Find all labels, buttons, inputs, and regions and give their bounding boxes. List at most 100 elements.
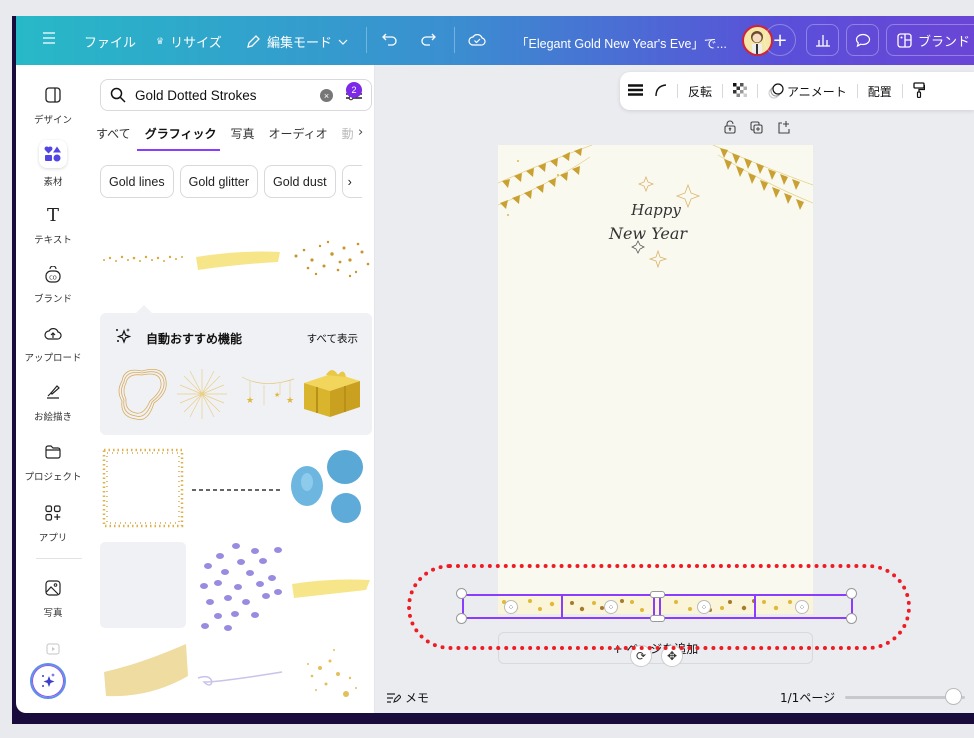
draw-icon [42,381,64,403]
transparency-button[interactable] [733,82,748,100]
tab-all[interactable]: すべて [96,125,131,142]
chip-gold-glitter[interactable]: Gold glitter [179,165,259,198]
item-drag-handle[interactable]: ⁘ [795,600,809,614]
rail-label: アップロード [24,353,82,364]
corner-style-button[interactable] [655,83,667,99]
insights-button[interactable] [806,24,839,56]
rail-item-elements[interactable]: 素材 [16,140,90,188]
result-yellow-brush-stroke[interactable] [196,251,280,270]
result-lavender-squiggle[interactable] [197,671,283,686]
rotate-button[interactable]: ⟳ [630,645,652,667]
rail-item-brand[interactable]: CO ブランド [16,263,90,305]
card-artwork: Happy New Year [497,144,814,269]
notes-button[interactable]: メモ [387,689,429,706]
tab-graphics[interactable]: グラフィック [136,125,221,151]
rail-item-apps[interactable]: アプリ [16,502,90,544]
undo-icon [382,33,397,46]
result-gold-dots-cluster[interactable] [294,240,370,278]
filter-button[interactable]: 2 [345,82,365,105]
save-status-button[interactable] [468,32,486,46]
rail-item-photos[interactable]: 写真 [16,577,90,619]
copy-style-button[interactable] [913,81,925,101]
duplicate-page-button[interactable] [750,119,763,138]
result-gold-dotted-line[interactable] [103,255,183,262]
reco-star-garland[interactable]: ★ ★ ★ [241,376,295,406]
tab-photos[interactable]: 写真 [230,125,254,142]
results-grid [100,448,370,697]
reco-gold-ring[interactable] [118,368,167,421]
move-dots-icon: ⁘ [507,602,515,612]
chip-gold-dust[interactable]: Gold dust [264,165,336,198]
rail-item-draw[interactable]: お絵描き [16,381,90,423]
line-weight-button[interactable] [628,83,643,99]
position-button[interactable]: 配置 [868,83,892,100]
comments-button[interactable] [846,24,879,56]
result-grey-texture-square[interactable] [100,542,186,628]
add-page-after-button[interactable] [777,119,790,138]
undo-button[interactable] [382,32,398,46]
reco-gold-gift-box[interactable] [304,370,360,417]
sparkle-stars [631,175,701,269]
group-divider [659,596,661,617]
svg-text:CO: CO [49,275,56,281]
rail-item-design[interactable]: デザイン [16,84,90,126]
resize-handle-bottom-right[interactable] [846,613,857,624]
editor-footer: メモ 1/1ページ [375,681,974,713]
item-drag-handle[interactable]: ⁘ [697,600,711,614]
redo-button[interactable] [420,32,436,46]
upload-cloud-icon [42,322,64,344]
resize-button[interactable]: ♛ リサイズ [156,32,222,51]
item-drag-handle[interactable]: ⁘ [504,600,518,614]
file-menu[interactable]: ファイル [84,32,136,51]
divider [856,84,858,98]
results-row-1 [103,240,370,278]
rail-divider [36,558,82,559]
lock-icon [724,120,736,134]
brand-button[interactable]: ブランド [886,24,974,56]
resize-handle-bottom[interactable] [650,615,665,622]
resize-handle-top-right[interactable] [846,588,857,599]
clear-search-button[interactable]: × [320,89,333,102]
chips-scroll-right-button[interactable]: › [341,165,362,198]
result-cream-brush[interactable] [104,644,188,697]
lock-page-button[interactable] [724,119,736,138]
page-count[interactable]: 1/1ページ [780,689,835,706]
zoom-slider-handle[interactable] [945,688,962,705]
resize-handle-top-left[interactable] [456,588,467,599]
tabs-scroll-right-button[interactable]: › [358,125,363,140]
result-blue-paint-blobs[interactable] [291,450,363,523]
sparkles-icon [116,328,132,344]
category-tabs: すべて グラフィック 写真 オーディオ 動 [96,125,354,151]
rail-item-uploads[interactable]: アップロード [16,322,90,364]
move-button[interactable]: ✥ [661,645,683,667]
left-rail: デザイン 素材 T テキスト CO ブランド アップロード お絵描き プロジェク… [16,65,90,713]
curve-icon [655,83,667,96]
rail-item-projects[interactable]: プロジェクト [16,441,90,483]
result-gold-splatter[interactable] [307,649,357,697]
tab-audio[interactable]: オーディオ [268,125,327,142]
chip-gold-lines[interactable]: Gold lines [100,165,174,198]
design-page[interactable]: Happy New Year [497,144,814,595]
group-divider [754,596,756,617]
reco-gold-burst[interactable] [177,369,227,419]
result-purple-dots[interactable] [200,543,282,631]
share-add-button[interactable]: + [764,24,796,56]
rail-item-text[interactable]: T テキスト [16,204,90,247]
edit-mode-dropdown[interactable]: 編集モード [246,32,348,51]
menu-button[interactable] [42,32,56,44]
result-gold-dotted-frame[interactable] [102,448,184,528]
result-yellow-stroke[interactable] [292,579,370,599]
tab-video[interactable]: 動 [342,125,354,142]
resize-handle-bottom-left[interactable] [456,613,467,624]
document-title[interactable]: 「Elegant Gold New Year's Eve」で... [516,33,727,52]
resize-handle-top[interactable] [650,591,665,598]
rail-item-video[interactable] [16,638,90,660]
animate-button[interactable]: アニメート [768,83,847,100]
flip-button[interactable]: 反転 [688,83,712,100]
add-page-icon [778,121,790,134]
search-input[interactable]: Gold Dotted Strokes × 2 [100,79,372,111]
see-all-link[interactable]: すべて表示 [307,331,358,346]
magic-assistant-button[interactable] [30,663,66,699]
add-page-button[interactable]: + ページを追加 [498,632,813,664]
item-drag-handle[interactable]: ⁘ [604,600,618,614]
